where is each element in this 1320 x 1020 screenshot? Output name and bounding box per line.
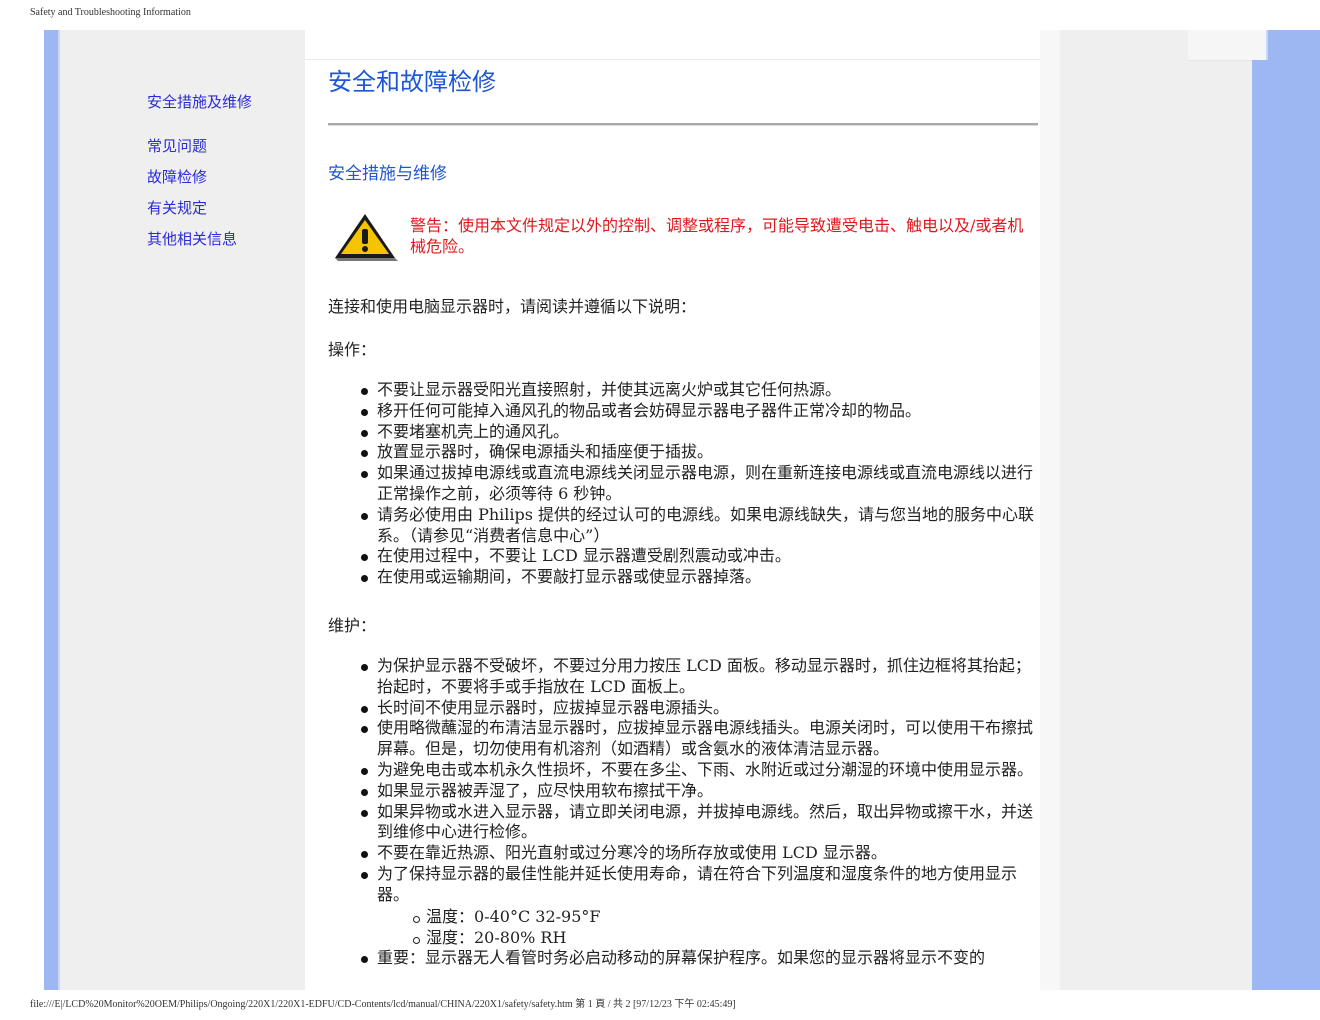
maintenance-heading: 维护：: [328, 616, 377, 635]
sidebar-item-regulatory[interactable]: 有关规定: [147, 197, 207, 218]
content-top-line: [305, 59, 1040, 60]
list-item: 在使用过程中，不要让 LCD 显示器遭受剧烈震动或冲击。: [328, 546, 1038, 567]
list-item: 使用略微蘸湿的布清洁显示器时，应拔掉显示器电源线插头。电源关闭时，可以使用干布擦…: [328, 718, 1038, 760]
list-item: 如果通过拔掉电源线或直流电源线关闭显示器电源，则在重新连接电源线或直流电源线以进…: [328, 463, 1038, 505]
sidebar-item-faq[interactable]: 常见问题: [147, 135, 207, 156]
intro-text: 连接和使用电脑显示器时，请阅读并遵循以下说明：: [328, 297, 697, 316]
operation-heading: 操作：: [328, 340, 377, 359]
title-divider: [328, 123, 1038, 126]
list-item: 重要：显示器无人看管时务必启动移动的屏幕保护程序。如果您的显示器将显示不变的: [328, 948, 1038, 969]
list-item: 不要让显示器受阳光直接照射，并使其远离火炉或其它任何热源。: [328, 380, 1038, 401]
list-item: 如果异物或水进入显示器，请立即关闭电源，并拔掉电源线。然后，取出异物或擦干水，并…: [328, 802, 1038, 844]
warning-triangle-icon: [335, 214, 398, 261]
operation-list: 不要让显示器受阳光直接照射，并使其远离火炉或其它任何热源。 移开任何可能掉入通风…: [328, 380, 1038, 588]
list-item: 为保护显示器不受破坏，不要过分用力按压 LCD 面板。移动显示器时，抓住边框将其…: [328, 656, 1038, 698]
sidebar-item-safety[interactable]: 安全措施及维修: [147, 91, 252, 112]
maintenance-clip: 为保护显示器不受破坏，不要过分用力按压 LCD 面板。移动显示器时，抓住边框将其…: [328, 656, 1038, 990]
right-frame-bar: [1252, 60, 1320, 990]
right-top-panel: [1188, 30, 1266, 61]
print-footer: file:///E|/LCD%20Monitor%20OEM/Philips/O…: [30, 999, 736, 1010]
page-title: 安全和故障检修: [328, 68, 496, 96]
warning-text: 警告：使用本文件规定以外的控制、调整或程序，可能导致遭受电击、触电以及/或者机械…: [410, 216, 1024, 256]
section-title: 安全措施与维修: [328, 164, 447, 184]
list-item: 为避免电击或本机永久性损坏，不要在多尘、下雨、水附近或过分潮湿的环境中使用显示器…: [328, 760, 1038, 781]
list-item: 如果显示器被弄湿了，应尽快用软布擦拭干净。: [328, 781, 1038, 802]
print-header: Safety and Troubleshooting Information: [30, 7, 191, 18]
list-item: 长时间不使用显示器时，应拔掉显示器电源插头。: [328, 698, 1038, 719]
list-item: 不要在靠近热源、阳光直射或过分寒冷的场所存放或使用 LCD 显示器。: [328, 843, 1038, 864]
conditions-sublist: 温度：0-40°C 32-95°F 湿度：20-80% RH: [377, 906, 1038, 948]
list-item: 请务必使用由 Philips 提供的经过认可的电源线。如果电源线缺失，请与您当地…: [328, 505, 1038, 547]
content-column-edge: [1040, 30, 1060, 990]
sidebar-item-troubleshooting[interactable]: 故障检修: [147, 166, 207, 187]
sublist-item-humidity: 湿度：20-80% RH: [377, 927, 1038, 948]
sidebar-item-other-info[interactable]: 其他相关信息: [147, 228, 237, 249]
list-item: 为了保持显示器的最佳性能并延长使用寿命，请在符合下列温度和湿度条件的地方使用显示…: [328, 864, 1038, 948]
list-item: 在使用或运输期间，不要敲打显示器或使显示器掉落。: [328, 567, 1038, 588]
list-item: 移开任何可能掉入通风孔的物品或者会妨碍显示器电子器件正常冷却的物品。: [328, 401, 1038, 422]
list-item: 放置显示器时，确保电源插头和插座便于插拔。: [328, 442, 1038, 463]
maintenance-list: 为保护显示器不受破坏，不要过分用力按压 LCD 面板。移动显示器时，抓住边框将其…: [328, 656, 1038, 968]
list-item: 不要堵塞机壳上的通风孔。: [328, 422, 1038, 443]
sublist-item-temperature: 温度：0-40°C 32-95°F: [377, 906, 1038, 927]
left-frame-bar: [44, 30, 58, 990]
right-gutter: [1060, 30, 1252, 990]
sidebar: 安全措施及维修 常见问题 故障检修 有关规定 其他相关信息: [60, 30, 305, 990]
right-frame-top: [1268, 30, 1320, 60]
list-item-text: 为了保持显示器的最佳性能并延长使用寿命，请在符合下列温度和湿度条件的地方使用显示…: [377, 863, 1018, 904]
